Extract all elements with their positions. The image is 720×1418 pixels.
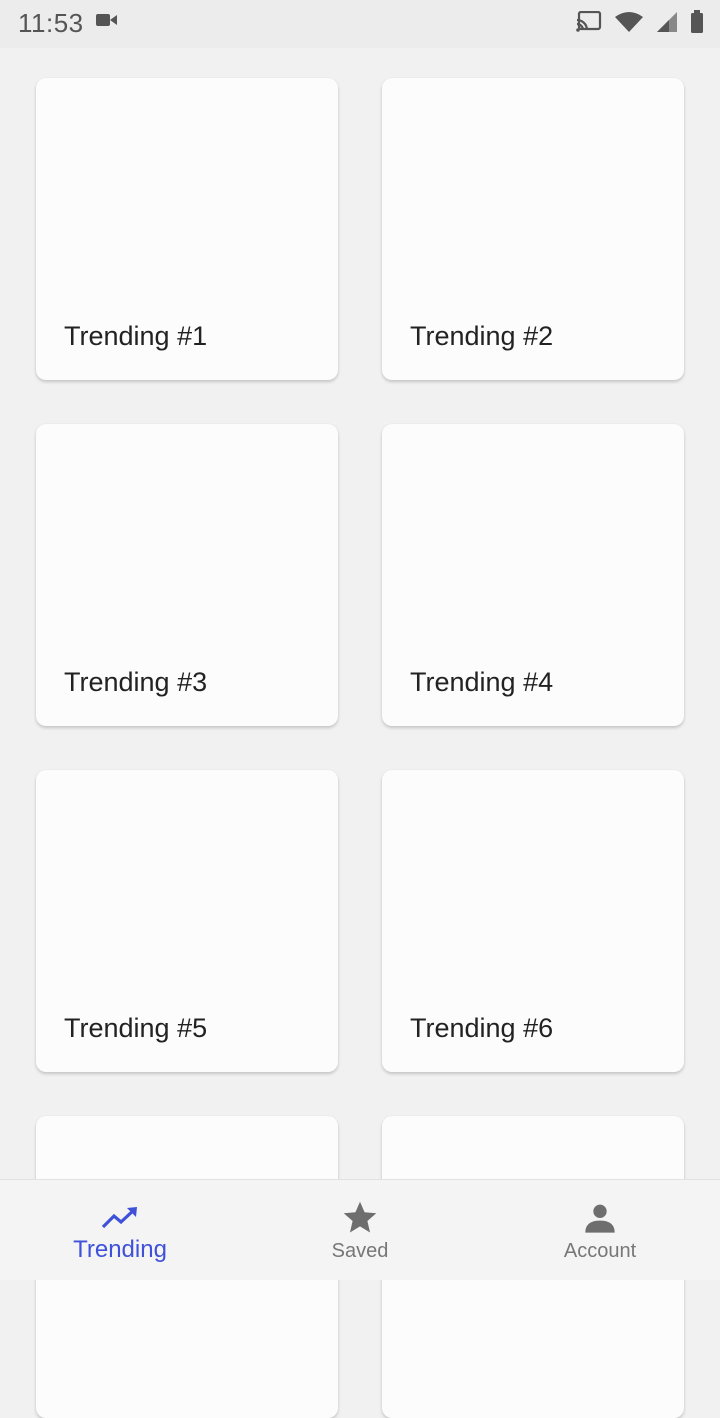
signal-icon xyxy=(656,11,678,38)
trending-card-4[interactable]: Trending #4 xyxy=(382,424,684,726)
trending-card-1[interactable]: Trending #1 xyxy=(36,78,338,380)
card-title: Trending #1 xyxy=(64,321,208,351)
nav-item-account[interactable]: Account xyxy=(480,1180,720,1280)
nav-item-saved[interactable]: Saved xyxy=(240,1180,480,1280)
trending-card-5[interactable]: Trending #5 xyxy=(36,770,338,1072)
person-icon xyxy=(580,1200,620,1236)
nav-label-saved: Saved xyxy=(331,1240,389,1262)
trending-card-6[interactable]: Trending #6 xyxy=(382,770,684,1072)
card-title: Trending #5 xyxy=(64,1013,208,1043)
wifi-icon xyxy=(614,11,644,38)
card-title: Trending #4 xyxy=(410,667,554,697)
trending-up-icon xyxy=(100,1200,140,1236)
trending-card-2[interactable]: Trending #2 xyxy=(382,78,684,380)
card-title: Trending #3 xyxy=(64,667,208,697)
video-camera-icon xyxy=(96,12,118,33)
status-time: 11:53 xyxy=(18,8,84,38)
trending-card-3[interactable]: Trending #3 xyxy=(36,424,338,726)
status-bar: 11:53 xyxy=(0,0,720,48)
bottom-navigation: Trending Saved Account xyxy=(0,1179,720,1280)
card-title: Trending #2 xyxy=(410,321,554,351)
cast-icon xyxy=(576,10,602,38)
card-title: Trending #6 xyxy=(410,1013,554,1043)
battery-icon xyxy=(690,10,704,39)
nav-label-trending: Trending xyxy=(73,1236,167,1263)
star-icon xyxy=(340,1200,380,1236)
nav-item-trending[interactable]: Trending xyxy=(0,1180,240,1280)
nav-label-account: Account xyxy=(563,1240,637,1262)
status-icons xyxy=(576,10,704,39)
